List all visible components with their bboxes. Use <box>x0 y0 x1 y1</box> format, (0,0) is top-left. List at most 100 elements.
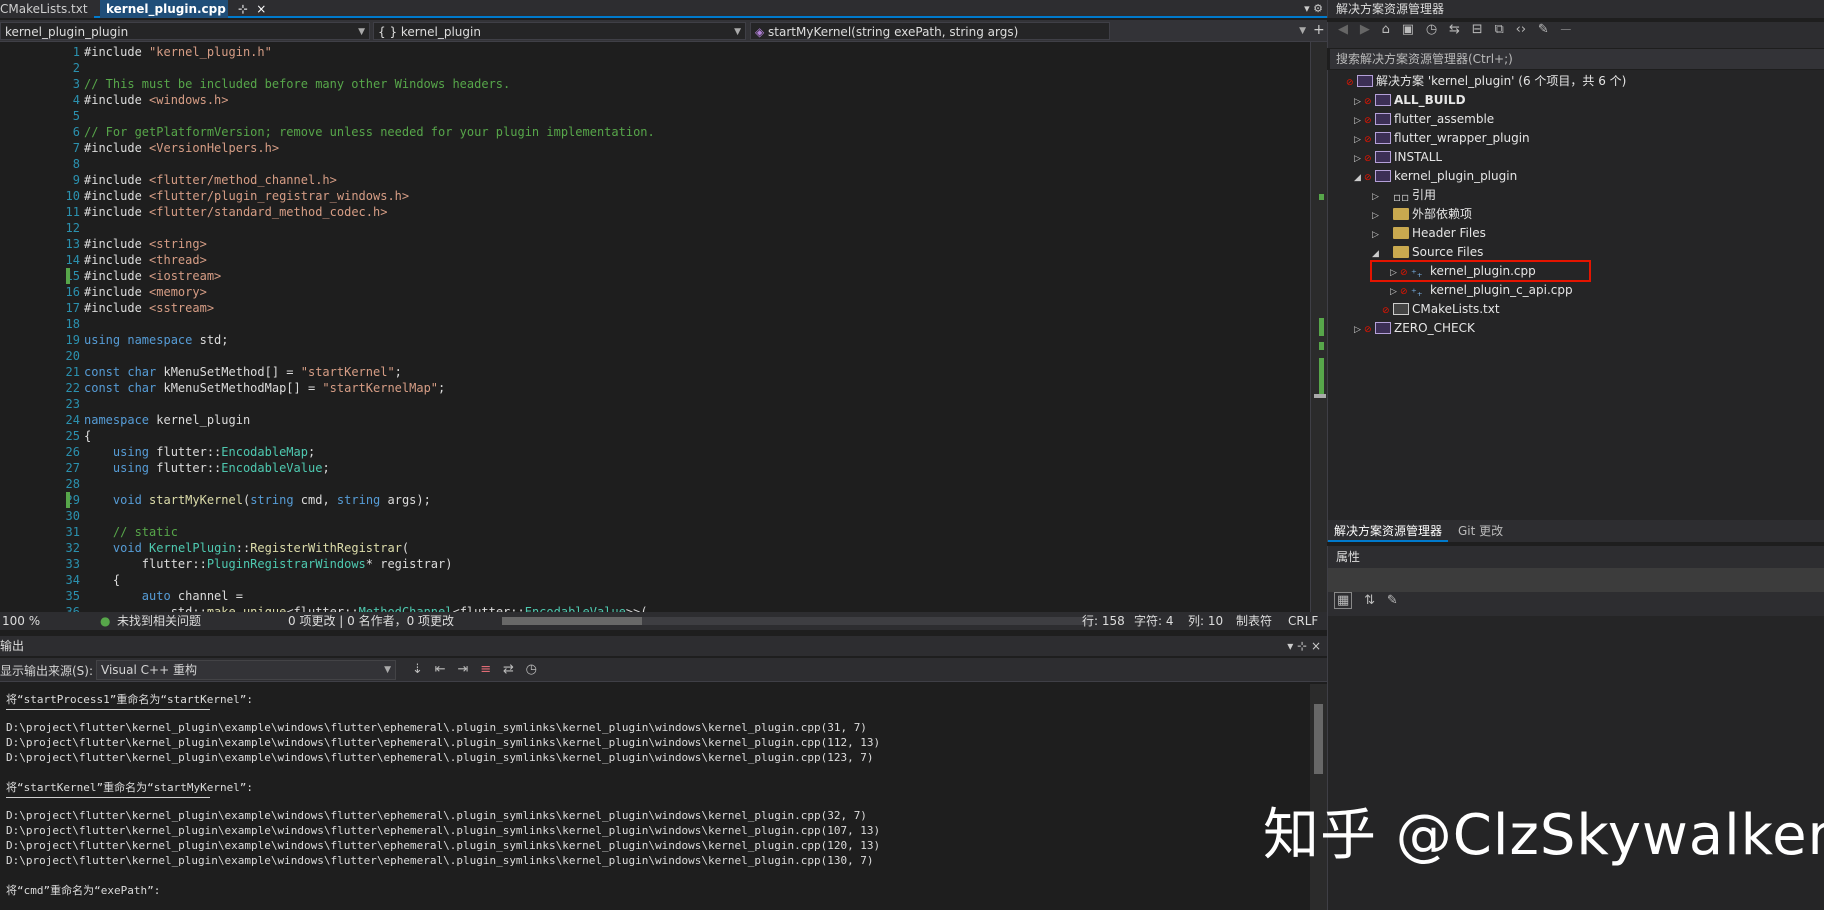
tree-node-label: CMakeLists.txt <box>1412 302 1500 316</box>
editor-horizontal-scrollbar[interactable] <box>502 617 1092 625</box>
property-pages-icon[interactable]: ✎ <box>1387 593 1398 608</box>
line-number: 3 <box>72 77 80 91</box>
project-icon <box>1357 75 1373 87</box>
clear-all-icon[interactable]: ≡ <box>480 662 491 677</box>
categorized-icon[interactable]: ▦ <box>1334 592 1353 609</box>
tree-node[interactable]: ◢ ⊘ kernel_plugin_plugin <box>1354 167 1517 185</box>
tab-git-changes[interactable]: Git 更改 <box>1452 520 1509 542</box>
scrollbar-thumb[interactable] <box>502 617 642 625</box>
word-wrap-icon[interactable]: ⇄ <box>503 662 514 677</box>
output-text[interactable]: 将“startProcess1”重命名为“startKernel”: D:\pro… <box>0 684 1310 910</box>
clock-icon[interactable]: ◷ <box>526 662 537 677</box>
tab-solution-explorer[interactable]: 解决方案资源管理器 <box>1328 520 1449 542</box>
line-number: 7 <box>72 141 80 155</box>
code-text: using namespace std; <box>84 333 229 347</box>
tab-kernel-plugin-cpp[interactable]: kernel_plugin.cpp ⊹ × <box>100 0 266 18</box>
tab-cmakelists[interactable]: CMakeLists.txt <box>0 0 94 18</box>
next-message-icon[interactable]: ⇥ <box>457 662 468 677</box>
output-line: D:\project\flutter\kernel_plugin\example… <box>6 721 867 734</box>
history-icon[interactable]: ◷ <box>1426 22 1437 37</box>
project-icon <box>1375 151 1391 163</box>
project-dropdown-value: kernel_plugin_plugin <box>5 25 129 39</box>
close-icon[interactable]: × <box>256 2 266 16</box>
output-line: D:\project\flutter\kernel_plugin\example… <box>6 824 881 837</box>
forward-icon[interactable]: ▶ <box>1360 22 1370 37</box>
scrollbar-thumb[interactable] <box>1314 394 1326 398</box>
project-dropdown[interactable]: kernel_plugin_plugin ▼ <box>0 22 370 40</box>
output-source-label: 显示输出来源(S): <box>0 664 94 678</box>
expanded-icon[interactable]: ◢ <box>1354 169 1364 187</box>
alphabetical-icon[interactable]: ⇅ <box>1364 593 1375 608</box>
git-status-icon: ⊘ <box>1364 135 1372 145</box>
code-view-icon[interactable]: ‹› <box>1516 22 1526 37</box>
scope-dropdown[interactable]: { } kernel_plugin ▼ <box>373 22 746 40</box>
tree-node[interactable]: ▷ ⊘ flutter_wrapper_plugin <box>1354 129 1530 147</box>
show-all-files-icon[interactable]: ⧉ <box>1495 22 1504 37</box>
code-text: #include <memory> <box>84 285 207 299</box>
line-number: 20 <box>65 349 80 363</box>
tree-node-label: Header Files <box>1412 226 1486 240</box>
git-changes-status[interactable]: 0 项更改 | 0 名作者，0 项更改 <box>288 612 454 630</box>
properties-wrench-icon[interactable]: ✎ <box>1538 22 1549 37</box>
member-dropdown-arrow[interactable]: ▼ <box>1112 22 1310 40</box>
properties-object-selector[interactable] <box>1327 568 1824 592</box>
tree-node[interactable]: ▷ ⊘ ⁺₊ kernel_plugin_c_api.cpp <box>1390 281 1573 299</box>
tree-node[interactable]: ▷ Header Files <box>1372 224 1486 242</box>
pin-icon[interactable]: ⊹ <box>238 2 248 16</box>
collapsed-icon[interactable]: ▷ <box>1354 112 1364 130</box>
split-window-icon[interactable]: + <box>1313 22 1325 38</box>
collapsed-icon[interactable]: ▷ <box>1354 150 1364 168</box>
collapsed-icon[interactable]: ▷ <box>1372 188 1382 206</box>
line-number: 27 <box>65 461 80 475</box>
tree-node[interactable]: ◢ Source Files <box>1372 243 1483 261</box>
collapsed-icon[interactable]: ▷ <box>1372 226 1382 244</box>
issues-status[interactable]: 未找到相关问题 <box>117 612 201 630</box>
collapse-all-icon[interactable]: ⊟ <box>1472 22 1483 37</box>
tree-node-label: ZERO_CHECK <box>1394 321 1475 335</box>
tab-overflow-icon[interactable]: ▾ ⚙ <box>1304 0 1323 18</box>
switch-views-icon[interactable]: ▣ <box>1402 22 1414 37</box>
tree-node[interactable]: ⊘ CMakeLists.txt <box>1372 300 1500 318</box>
code-editor[interactable]: 1 #include "kernel_plugin.h" 2 3// This mus… <box>0 42 1310 612</box>
collapsed-icon[interactable]: ▷ <box>1354 131 1364 149</box>
collapsed-icon[interactable]: ▷ <box>1390 283 1400 301</box>
properties-toolbar: ▦ ⇅ ✎ <box>1327 592 1824 616</box>
member-dropdown[interactable]: ◈ startMyKernel(string exePath, string a… <box>750 22 1110 40</box>
tree-node-label: ALL_BUILD <box>1394 93 1466 107</box>
back-icon[interactable]: ◀ <box>1338 22 1348 37</box>
tree-node[interactable]: ▷ ⊘ INSTALL <box>1354 148 1442 166</box>
line-number: 36 <box>65 605 80 612</box>
tree-node[interactable]: ⊘ 解决方案 'kernel_plugin' (6 个项目，共 6 个) <box>1336 72 1626 90</box>
tree-node[interactable]: ▷ ⊘ ALL_BUILD <box>1354 91 1466 109</box>
editor-vertical-scrollbar[interactable] <box>1310 42 1327 612</box>
code-text: using flutter::EncodableMap; <box>112 445 316 459</box>
line-indicator[interactable]: 行: 158 <box>1082 612 1125 630</box>
solution-explorer-search-input[interactable]: 搜索解决方案资源管理器(Ctrl+;) <box>1330 49 1824 69</box>
tabs-indicator[interactable]: 制表符 <box>1236 612 1272 630</box>
col-indicator[interactable]: 列: 10 <box>1188 612 1223 630</box>
tree-node[interactable]: ▷ ▫▫ 引用 <box>1372 186 1436 204</box>
panel-controls-icon[interactable]: ▾ ⊹ × <box>1287 636 1321 656</box>
char-indicator[interactable]: 字符: 4 <box>1134 612 1174 630</box>
change-indicator <box>66 492 70 508</box>
collapsed-icon[interactable]: ▷ <box>1354 321 1364 339</box>
search-placeholder: 搜索解决方案资源管理器(Ctrl+;) <box>1336 52 1513 66</box>
collapsed-icon[interactable]: ▷ <box>1354 93 1364 111</box>
collapsed-icon[interactable]: ▷ <box>1372 207 1382 225</box>
code-text: #include <flutter/standard_method_codec.… <box>84 205 388 219</box>
goto-location-icon[interactable]: ⇣ <box>412 662 423 677</box>
code-text: const char kMenuSetMethod[] = "startKern… <box>84 365 402 379</box>
tree-node[interactable]: ▷ ⊘ ZERO_CHECK <box>1354 319 1475 337</box>
zoom-level[interactable]: 100 % <box>2 612 40 630</box>
home-icon[interactable]: ⌂ <box>1382 22 1390 37</box>
tree-node[interactable]: ▷ ⊘ flutter_assemble <box>1354 110 1494 128</box>
scrollbar-thumb[interactable] <box>1314 704 1323 774</box>
sync-icon[interactable]: ⇆ <box>1449 22 1460 37</box>
previous-message-icon[interactable]: ⇤ <box>435 662 446 677</box>
tree-node[interactable]: ▷ 外部依赖项 <box>1372 205 1472 223</box>
line-number: 28 <box>65 477 80 491</box>
output-source-dropdown[interactable]: Visual C++ 重构 ▼ <box>96 660 396 680</box>
eol-indicator[interactable]: CRLF <box>1288 612 1318 630</box>
preview-icon[interactable]: ⏤ <box>1561 22 1571 37</box>
line-number: 12 <box>65 221 80 235</box>
